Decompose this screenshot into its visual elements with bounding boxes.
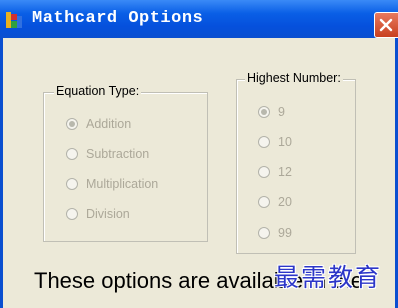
radio-12[interactable]: 12 [258,164,292,180]
radio-circle[interactable] [66,148,78,160]
window-title: Mathcard Options [32,9,204,28]
highest-number-group: Highest Number: 9 10 12 20 99 [236,71,356,254]
option-label: 9 [278,105,285,119]
highest-number-label: Highest Number: [245,71,343,85]
radio-9[interactable]: 9 [258,104,285,120]
radio-addition[interactable]: Addition [66,116,131,132]
radio-multiplication[interactable]: Multiplication [66,176,158,192]
option-label: 12 [278,165,292,179]
close-icon [379,18,393,32]
radio-circle[interactable] [258,106,270,118]
equation-type-label: Equation Type: [54,84,142,98]
option-label: Division [86,207,130,221]
radio-20[interactable]: 20 [258,194,292,210]
radio-circle[interactable] [66,118,78,130]
title-bar[interactable]: Mathcard Options [0,0,398,38]
option-label: Addition [86,117,132,131]
radio-division[interactable]: Division [66,206,130,222]
radio-99[interactable]: 99 [258,225,292,241]
radio-circle[interactable] [258,136,270,148]
radio-subtraction[interactable]: Subtraction [66,146,149,162]
option-label: 10 [278,135,292,149]
radio-circle[interactable] [66,208,78,220]
window-frame-left [0,38,3,308]
close-button[interactable] [374,12,398,38]
option-label: Subtraction [86,147,150,161]
radio-circle[interactable] [258,196,270,208]
option-label: 20 [278,195,292,209]
watermark: 最需教育 [274,263,383,292]
equation-type-group: Equation Type: Addition Subtraction Mult… [43,84,208,242]
radio-circle[interactable] [258,227,270,239]
option-label: 99 [278,226,292,240]
app-icon [6,12,24,28]
radio-circle[interactable] [258,166,270,178]
radio-10[interactable]: 10 [258,134,292,150]
radio-circle[interactable] [66,178,78,190]
option-label: Multiplication [86,177,159,191]
